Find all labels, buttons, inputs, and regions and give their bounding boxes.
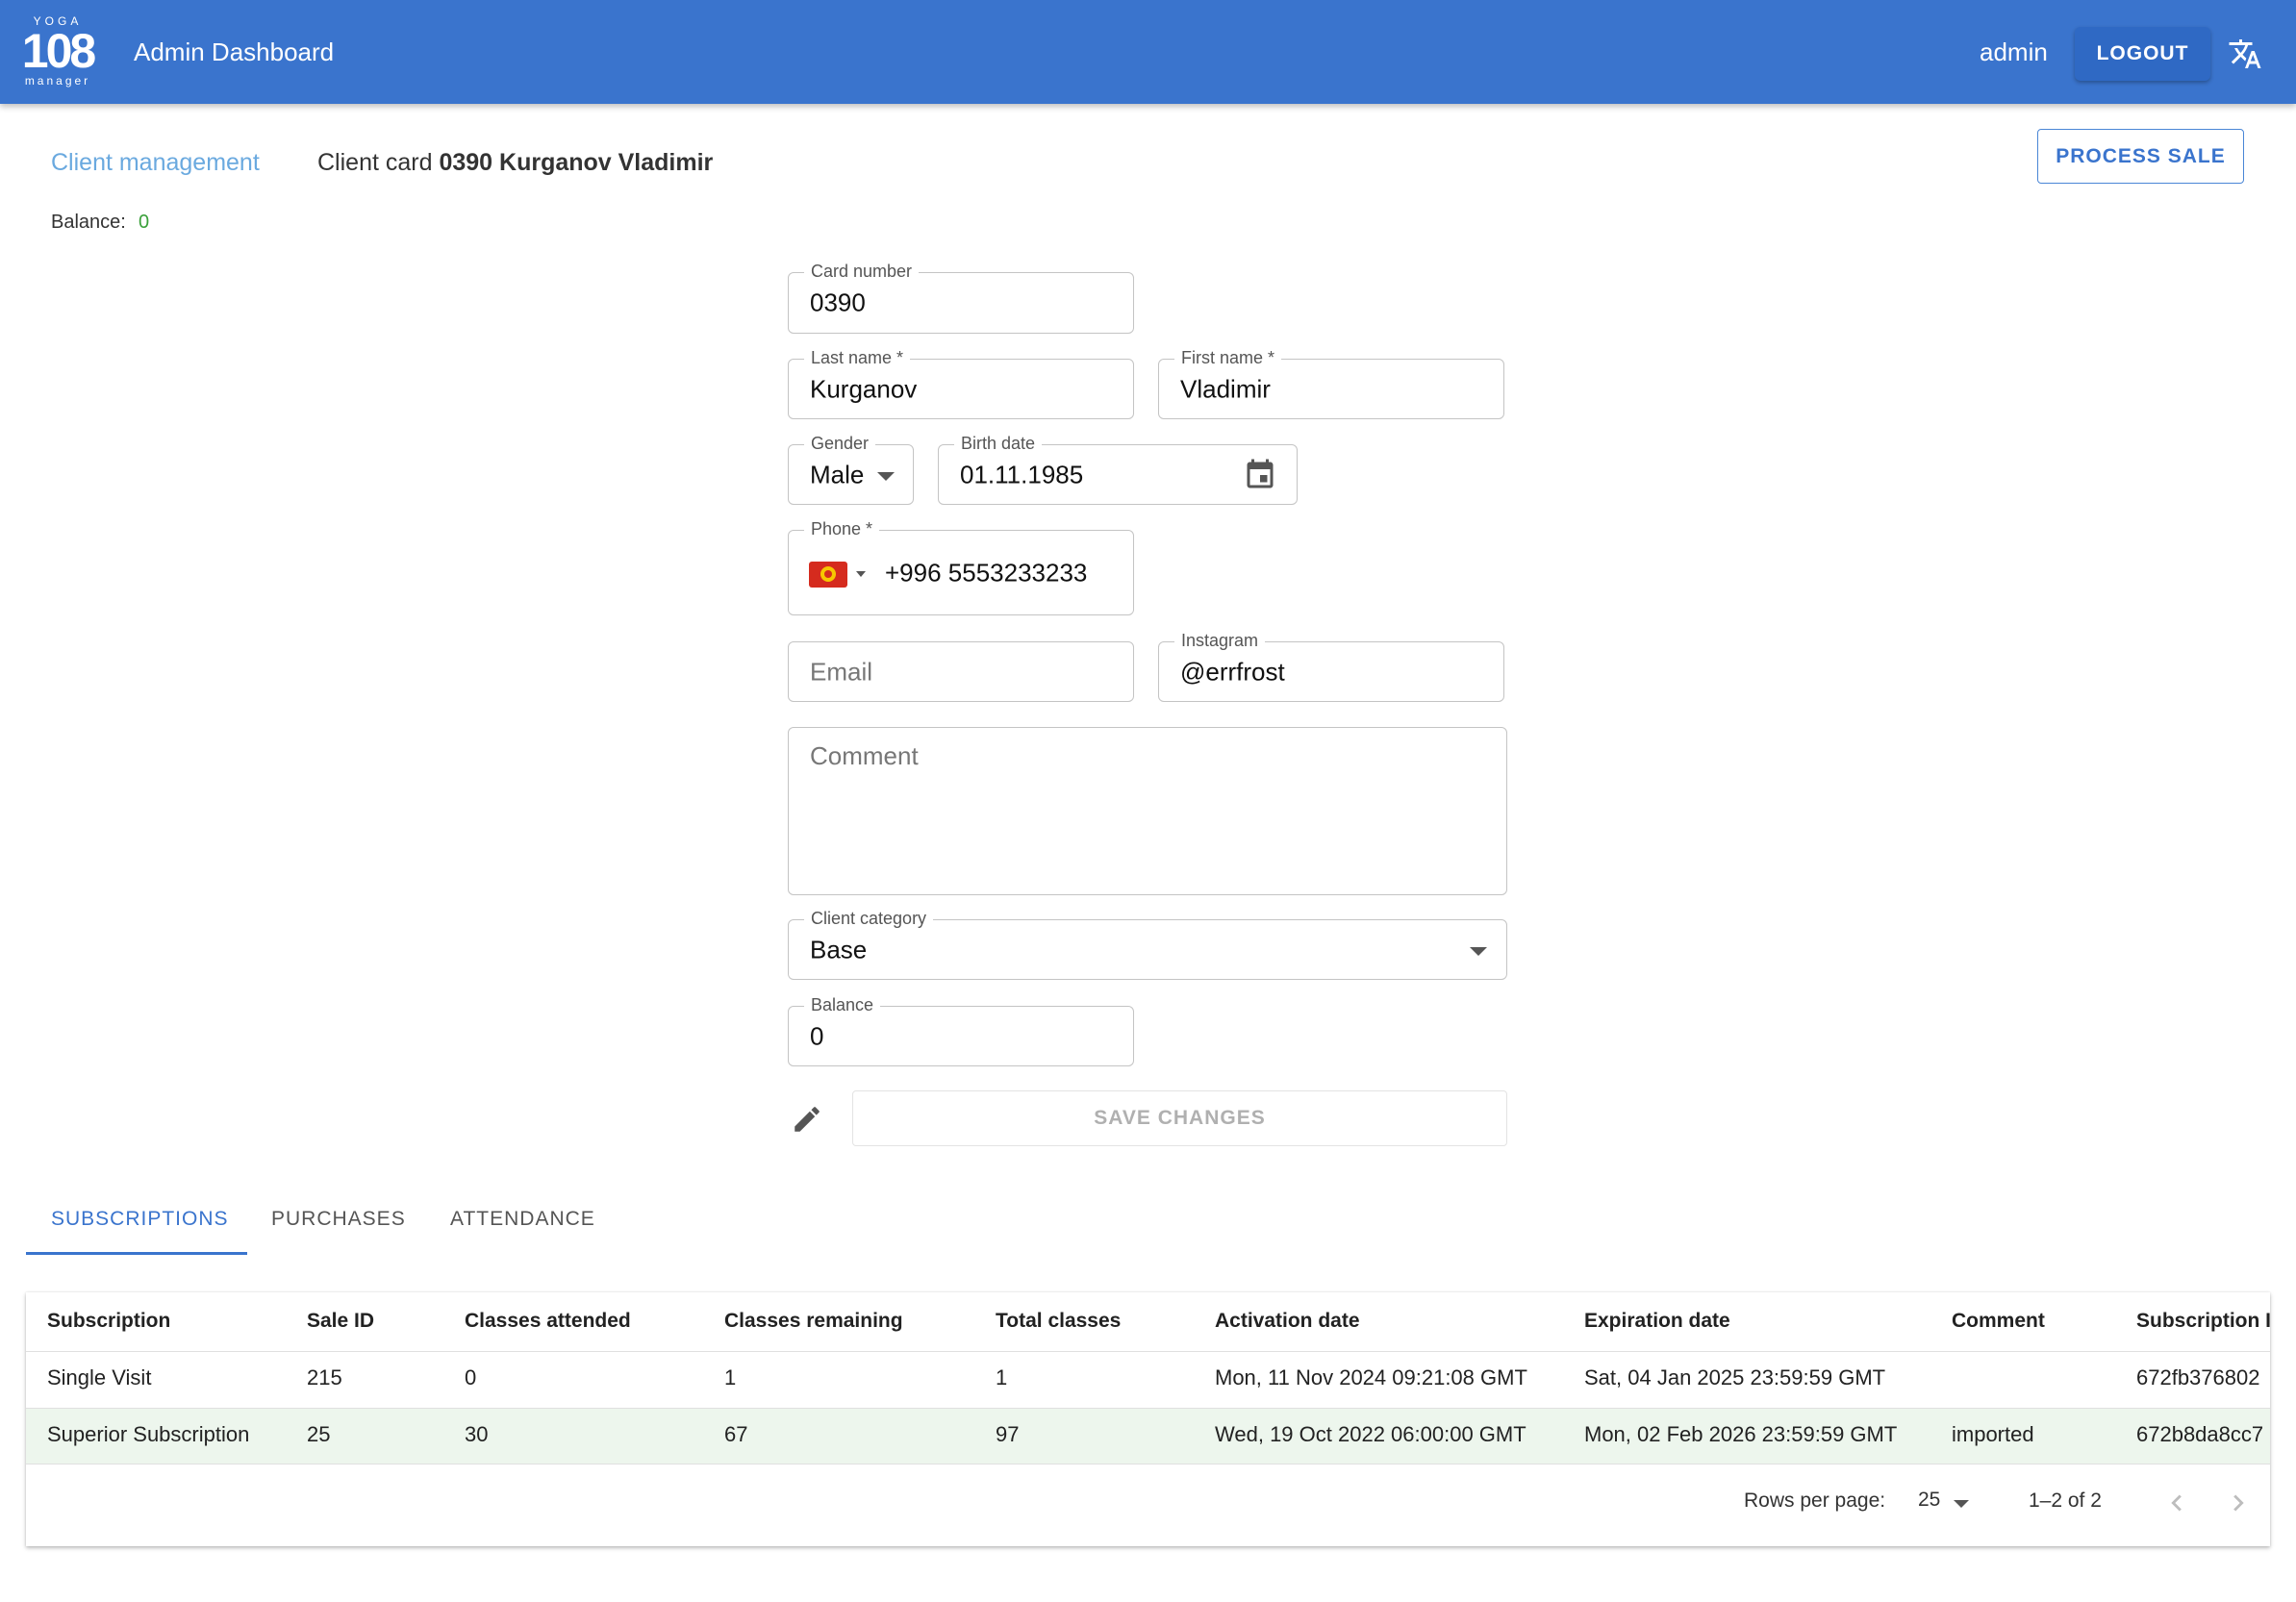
column-header[interactable]: Total classes: [996, 1310, 1121, 1333]
table-cell: Single Visit: [47, 1365, 152, 1389]
save-changes-button[interactable]: SAVE CHANGES: [852, 1090, 1507, 1146]
logo-bottom-text: manager: [24, 74, 91, 88]
column-header[interactable]: Sale ID: [307, 1310, 374, 1333]
phone-label: Phone *: [804, 519, 880, 538]
tab-indicator: [26, 1252, 247, 1255]
instagram-field[interactable]: Instagram @errfrost: [1158, 631, 1504, 702]
column-header[interactable]: Subscription: [47, 1310, 170, 1333]
table-cell: 67: [724, 1422, 748, 1446]
instagram-label: Instagram: [1174, 631, 1266, 650]
balance-field[interactable]: Balance 0: [788, 995, 1134, 1066]
birth-date-value: 01.11.1985: [960, 460, 1084, 488]
comment-placeholder: Comment: [810, 741, 919, 770]
column-header[interactable]: Activation date: [1215, 1310, 1360, 1333]
translate-icon[interactable]: [2228, 37, 2262, 71]
pagination-range: 1–2 of 2: [2029, 1489, 2102, 1512]
edit-icon[interactable]: [791, 1103, 823, 1136]
column-header[interactable]: Classes remaining: [724, 1310, 903, 1333]
last-name-value: Kurganov: [810, 374, 918, 403]
subscriptions-table: Subscription Sale ID Classes attended Cl…: [26, 1292, 2270, 1546]
gender-select[interactable]: Gender Male: [788, 434, 914, 505]
table-cell: 1: [724, 1365, 737, 1389]
chevron-left-icon[interactable]: [2160, 1487, 2193, 1519]
birth-date-field[interactable]: Birth date 01.11.1985: [938, 434, 1298, 505]
chevron-down-icon: [1470, 947, 1487, 956]
client-category-label: Client category: [804, 909, 934, 928]
logout-button[interactable]: LOGOUT: [2075, 27, 2210, 81]
table-cell: Superior Subscription: [47, 1422, 250, 1446]
column-header[interactable]: Comment: [1952, 1310, 2045, 1333]
app-title: Admin Dashboard: [134, 38, 335, 66]
chevron-right-icon[interactable]: [2222, 1487, 2255, 1519]
logo-number: 108: [21, 24, 96, 78]
yoga108-logo[interactable]: YOGA 108 manager: [17, 15, 98, 90]
email-field[interactable]: Email: [788, 641, 1134, 702]
card-title-prefix: Client card: [317, 149, 433, 176]
gender-value: Male: [810, 460, 865, 488]
last-name-field[interactable]: Last name * Kurganov: [788, 348, 1134, 419]
table-cell: Wed, 19 Oct 2022 06:00:00 GMT: [1215, 1422, 1526, 1446]
first-name-label: First name *: [1174, 348, 1282, 367]
country-dropdown-icon[interactable]: [856, 571, 866, 577]
app-bar: YOGA 108 manager Admin Dashboard admin L…: [0, 0, 2296, 104]
balance-field-label: Balance: [804, 995, 881, 1014]
process-sale-button[interactable]: PROCESS SALE: [2037, 129, 2244, 184]
column-header[interactable]: Classes attended: [465, 1310, 631, 1333]
header-divider: [26, 1351, 2270, 1352]
table-cell: 1: [996, 1365, 1008, 1389]
email-placeholder: Email: [810, 657, 873, 686]
balance-value: 0: [139, 212, 150, 233]
table-cell: imported: [1952, 1422, 2034, 1446]
gender-label: Gender: [804, 434, 876, 453]
last-name-label: Last name *: [804, 348, 911, 367]
birth-date-label: Birth date: [954, 434, 1043, 453]
column-header[interactable]: Subscription I: [2136, 1310, 2270, 1333]
table-cell: Mon, 11 Nov 2024 09:21:08 GMT: [1215, 1365, 1527, 1389]
chevron-down-icon: [877, 472, 895, 481]
balance-label: Balance:: [51, 212, 126, 233]
table-cell: 672b8da8cc7: [2136, 1422, 2264, 1446]
table-cell: 672fb376802: [2136, 1365, 2260, 1389]
tab-purchases[interactable]: PURCHASES: [271, 1202, 406, 1237]
card-number-field[interactable]: Card number 0390: [788, 262, 1134, 334]
table-cell: Mon, 02 Feb 2026 23:59:59 GMT: [1584, 1422, 1898, 1446]
instagram-value: @errfrost: [1180, 657, 1285, 686]
table-cell: 30: [465, 1422, 489, 1446]
phone-field[interactable]: Phone * +996 5553233233: [788, 519, 1134, 615]
tab-attendance[interactable]: ATTENDANCE: [450, 1202, 595, 1237]
client-card-title: Client card 0390 Kurganov Vladimir: [317, 146, 713, 179]
first-name-field[interactable]: First name * Vladimir: [1158, 348, 1504, 419]
kyrgyzstan-flag-icon[interactable]: [809, 562, 847, 588]
client-management-link[interactable]: Client management: [51, 146, 260, 179]
rows-per-page-select[interactable]: 25: [1918, 1489, 1940, 1512]
chevron-down-icon[interactable]: [1954, 1500, 1969, 1508]
column-header[interactable]: Expiration date: [1584, 1310, 1730, 1333]
table-cell: 25: [307, 1422, 331, 1446]
card-number-label: Card number: [804, 262, 920, 281]
calendar-icon[interactable]: [1243, 458, 1277, 492]
table-cell: 0: [465, 1365, 477, 1389]
table-cell: Sat, 04 Jan 2025 23:59:59 GMT: [1584, 1365, 1886, 1389]
first-name-value: Vladimir: [1180, 374, 1271, 403]
balance-field-value: 0: [810, 1021, 824, 1050]
card-number-value: 0390: [810, 288, 866, 317]
card-title-name: 0390 Kurganov Vladimir: [439, 149, 714, 176]
table-cell: 97: [996, 1422, 1020, 1446]
highlighted-row-background: [26, 1408, 2270, 1464]
row-divider: [26, 1408, 2270, 1409]
tab-subscriptions[interactable]: SUBSCRIPTIONS: [51, 1202, 229, 1237]
comment-field[interactable]: Comment: [788, 727, 1507, 895]
table-cell: 215: [307, 1365, 342, 1389]
client-category-select[interactable]: Client category Base: [788, 909, 1507, 980]
current-user: admin: [1980, 38, 2048, 66]
phone-value: +996 5553233233: [885, 558, 1088, 587]
client-category-value: Base: [810, 935, 868, 964]
rows-per-page-label: Rows per page:: [1744, 1489, 1886, 1512]
